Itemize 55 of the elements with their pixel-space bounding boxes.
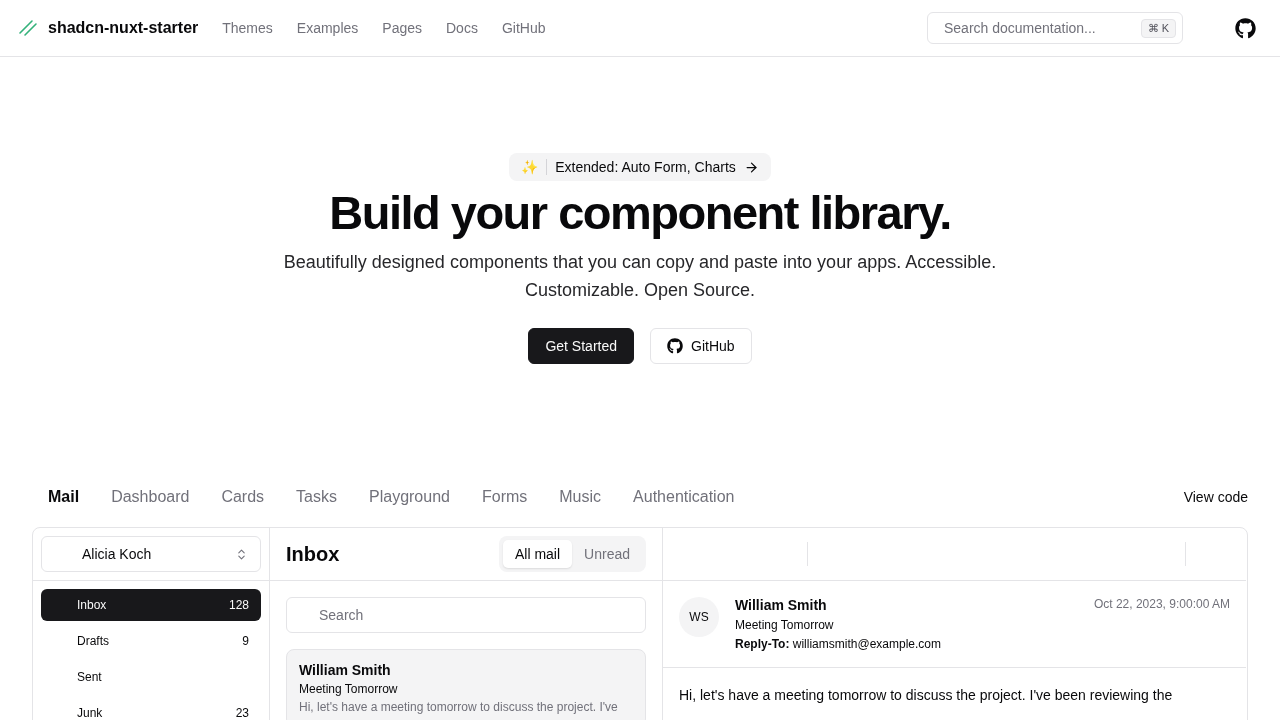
search-field[interactable]: Search — [286, 597, 646, 633]
example-tab[interactable]: Music — [559, 488, 602, 506]
nav-link[interactable]: Docs — [446, 20, 478, 36]
example-tab[interactable]: Forms — [481, 488, 528, 506]
filter-tab[interactable]: All mail — [502, 540, 573, 568]
sparkles-emoji: ✨ — [521, 159, 548, 175]
message-preview: Hi, let's have a meeting tomorrow to discuss the project. I've — [299, 700, 619, 714]
nav-link[interactable]: Examples — [296, 20, 359, 36]
get-started-button[interactable]: Get Started — [528, 328, 634, 364]
nav-link[interactable]: Themes — [222, 20, 273, 36]
brand-name[interactable]: shadcn-nuxt-starter — [48, 19, 199, 37]
message-body: Hi, let's have a meeting tomorrow to discuss the project. I've been reviewing the — [678, 686, 1174, 705]
github-icon[interactable] — [1235, 17, 1256, 39]
message-item[interactable]: William Smith Meeting Tomorrow Hi, let's have a meeting tomorrow to discuss the project. I've — [286, 649, 646, 720]
example-tab[interactable]: Authentication — [633, 488, 735, 506]
folder-count: 23 — [235, 706, 249, 720]
account-select[interactable]: Alicia Koch — [41, 536, 261, 572]
folder-count: 128 — [228, 598, 249, 612]
github-button[interactable]: GitHub — [650, 328, 752, 364]
github-icon — [667, 338, 683, 354]
arrow-right-icon — [743, 159, 759, 175]
example-tab[interactable]: Mail — [48, 488, 80, 506]
folder-item[interactable]: Junk 23 — [41, 697, 261, 720]
folder-label: Junk — [77, 706, 103, 720]
folder-count: 9 — [242, 634, 249, 648]
sender-name: William Smith — [735, 597, 828, 613]
example-tab[interactable]: Playground — [369, 488, 450, 506]
hero-title: Build your component library. — [329, 185, 951, 240]
folder-label: Drafts — [77, 634, 109, 648]
example-tab[interactable]: Dashboard — [111, 488, 190, 506]
example-tab[interactable]: Cards — [221, 488, 265, 506]
folder-label: Sent — [77, 670, 102, 684]
folder-item[interactable]: Sent — [41, 661, 261, 693]
announcement-badge[interactable]: ✨ Extended: Auto Form, Charts — [509, 153, 771, 181]
filter-tab[interactable]: Unread — [572, 540, 642, 568]
folder-item[interactable]: Drafts 9 — [41, 625, 261, 657]
sender-name: William Smith — [299, 662, 392, 678]
shortcut-key: ⌘ K — [1140, 18, 1176, 38]
avatar: WS — [679, 597, 719, 637]
reply-to: Reply-To: williamsmith@example.com — [735, 637, 942, 651]
message-subject: Meeting Tomorrow — [735, 618, 835, 632]
folder-item[interactable]: Inbox 128 — [41, 589, 261, 621]
chevrons-icon — [235, 547, 248, 561]
hero-subtitle: Beautifully designed components that you can copy and paste into your apps. Accessible. Customizable. Open Source. — [282, 251, 998, 302]
logo-icon — [18, 18, 38, 38]
nav-link[interactable]: Pages — [382, 20, 422, 36]
folder-label: Inbox — [77, 598, 107, 612]
announcement-text: Extended: Auto Form, Charts — [555, 159, 736, 175]
list-title: Inbox — [286, 542, 340, 566]
view-code-link[interactable]: View code — [1183, 489, 1248, 505]
search-field[interactable]: Search documentation... ⌘ K — [927, 12, 1183, 44]
nav-link[interactable]: GitHub — [501, 20, 546, 36]
message-subject: Meeting Tomorrow — [299, 682, 399, 696]
message-date: Oct 22, 2023, 9:00:00 AM — [1093, 597, 1230, 611]
example-tab[interactable]: Tasks — [296, 488, 337, 506]
